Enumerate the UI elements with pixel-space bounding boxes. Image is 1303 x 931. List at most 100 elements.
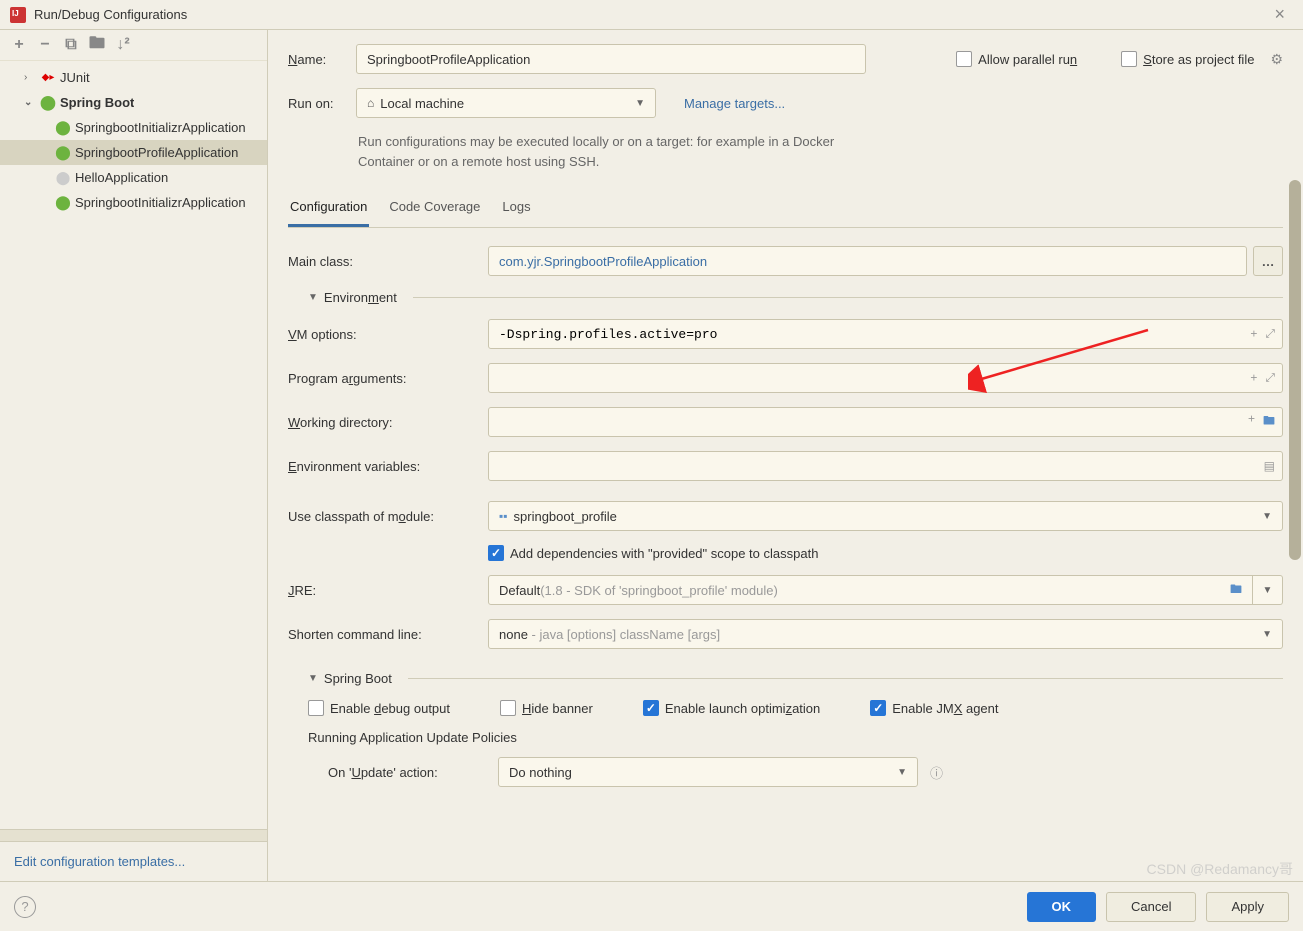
- plus-icon[interactable]: +: [1248, 369, 1259, 388]
- ok-button[interactable]: OK: [1027, 892, 1097, 922]
- folder-icon[interactable]: 🖿: [1230, 580, 1242, 601]
- runon-hint: Run configurations may be executed local…: [358, 132, 838, 171]
- bottom-bar: ? OK Cancel Apply: [0, 881, 1303, 931]
- store-project-checkbox[interactable]: Store as project file: [1121, 51, 1254, 67]
- chevron-down-icon: ▼: [1263, 585, 1273, 596]
- tree-label: SpringbootInitializrApplication: [75, 195, 246, 210]
- manage-targets-link[interactable]: Manage targets...: [684, 96, 785, 111]
- folder-icon[interactable]: 🖿: [1261, 410, 1277, 435]
- titlebar: Run/Debug Configurations ×: [0, 0, 1303, 30]
- sort-icon[interactable]: ↓²: [112, 34, 134, 56]
- gear-icon[interactable]: ⚙: [1270, 51, 1283, 68]
- program-args-input[interactable]: [488, 363, 1283, 393]
- environment-section-header[interactable]: ▼ Environment: [288, 290, 1283, 305]
- runon-value: Local machine: [380, 96, 464, 111]
- copy-icon[interactable]: ⧉: [60, 34, 82, 56]
- tree-item[interactable]: ⬤ SpringbootInitializrApplication: [0, 115, 267, 140]
- env-vars-label: Environment variables:: [288, 459, 488, 474]
- home-icon: ⌂: [367, 96, 374, 110]
- edit-templates-link[interactable]: Edit configuration templates...: [0, 842, 267, 881]
- junit-icon: ◆▸: [40, 70, 56, 86]
- tree-node-junit[interactable]: › ◆▸ JUnit: [0, 65, 267, 90]
- tree-item[interactable]: ⬤ SpringbootInitializrApplication: [0, 190, 267, 215]
- name-label: Name:: [288, 52, 344, 67]
- tree-item-selected[interactable]: ⬤ SpringbootProfileApplication: [0, 140, 267, 165]
- program-args-label: Program arguments:: [288, 371, 488, 386]
- spring-icon: ⬤: [55, 120, 71, 136]
- tabs: Configuration Code Coverage Logs: [288, 193, 1283, 228]
- provided-scope-checkbox[interactable]: Add dependencies with "provided" scope t…: [488, 545, 818, 561]
- jre-dropdown-arrow[interactable]: ▼: [1253, 575, 1283, 605]
- help-icon[interactable]: ⓘ: [930, 763, 943, 782]
- runon-dropdown[interactable]: ⌂ Local machine ▼: [356, 88, 656, 118]
- cancel-button[interactable]: Cancel: [1106, 892, 1196, 922]
- chevron-down-icon: ▼: [1262, 511, 1272, 522]
- tab-logs[interactable]: Logs: [500, 193, 532, 227]
- main-class-input[interactable]: com.yjr.SpringbootProfileApplication: [488, 246, 1247, 276]
- plus-icon[interactable]: +: [1248, 325, 1259, 344]
- scrollbar-thumb[interactable]: [1289, 180, 1301, 560]
- content-panel: Name: Allow parallel run Store as projec…: [268, 30, 1303, 881]
- jre-field[interactable]: Default (1.8 - SDK of 'springboot_profil…: [488, 575, 1253, 605]
- runon-label: Run on:: [288, 96, 344, 111]
- config-tree: › ◆▸ JUnit ⌄ ⬤ Spring Boot ⬤ SpringbootI…: [0, 61, 267, 829]
- chevron-down-icon: ▼: [308, 673, 318, 684]
- tab-code-coverage[interactable]: Code Coverage: [387, 193, 482, 227]
- jre-label: JRE:: [288, 583, 488, 598]
- sidebar-toolbar: + − ⧉ 🖿 ↓²: [0, 30, 267, 61]
- close-icon[interactable]: ×: [1266, 4, 1293, 25]
- window-title: Run/Debug Configurations: [34, 7, 187, 22]
- tree-label: SpringbootInitializrApplication: [75, 120, 246, 135]
- provided-scope-label: Add dependencies with "provided" scope t…: [510, 546, 818, 561]
- vm-options-input[interactable]: [488, 319, 1283, 349]
- working-dir-input[interactable]: [488, 407, 1283, 437]
- chevron-down-icon: ⌄: [24, 97, 36, 108]
- enable-debug-checkbox[interactable]: Enable debug output: [308, 700, 450, 716]
- browse-main-class-button[interactable]: …: [1253, 246, 1283, 276]
- spring-icon: ⬤: [40, 95, 56, 111]
- expand-icon[interactable]: ⤢: [1263, 369, 1277, 388]
- tree-node-springboot[interactable]: ⌄ ⬤ Spring Boot: [0, 90, 267, 115]
- expand-icon[interactable]: ⤢: [1263, 325, 1277, 344]
- spring-icon: ⬤: [55, 195, 71, 211]
- tree-label: JUnit: [60, 70, 90, 85]
- chevron-down-icon: ▼: [308, 292, 318, 303]
- enable-jmx-checkbox[interactable]: Enable JMX agent: [870, 700, 998, 716]
- tree-label: HelloApplication: [75, 170, 168, 185]
- hide-banner-checkbox[interactable]: Hide banner: [500, 700, 593, 716]
- on-update-label: On 'Update' action:: [328, 765, 498, 780]
- sidebar-scrollbar[interactable]: [0, 829, 267, 841]
- main-class-label: Main class:: [288, 254, 488, 269]
- allow-parallel-label: Allow parallel run: [978, 52, 1077, 67]
- app-icon: [10, 7, 26, 23]
- plus-icon[interactable]: +: [1246, 410, 1257, 435]
- classpath-dropdown[interactable]: ▪▪springboot_profile ▼: [488, 501, 1283, 531]
- vm-options-label: VM options:: [288, 327, 488, 342]
- chevron-down-icon: ▼: [635, 98, 645, 109]
- sidebar: + − ⧉ 🖿 ↓² › ◆▸ JUnit ⌄ ⬤ Spring Boot ⬤ …: [0, 30, 268, 881]
- tab-configuration[interactable]: Configuration: [288, 193, 369, 227]
- help-icon[interactable]: ?: [14, 896, 36, 918]
- watermark: CSDN @Redamancy哥: [1147, 859, 1293, 879]
- save-icon[interactable]: 🖿: [86, 34, 108, 56]
- on-update-dropdown[interactable]: Do nothing ▼: [498, 757, 918, 787]
- add-icon[interactable]: +: [8, 34, 30, 56]
- springboot-section-header[interactable]: ▼ Spring Boot: [288, 671, 1283, 686]
- tree-label: Spring Boot: [60, 95, 134, 110]
- shorten-label: Shorten command line:: [288, 627, 488, 642]
- list-icon[interactable]: ▤: [1262, 457, 1277, 475]
- remove-icon[interactable]: −: [34, 34, 56, 56]
- classpath-label: Use classpath of module:: [288, 509, 488, 524]
- allow-parallel-checkbox[interactable]: Allow parallel run: [956, 51, 1077, 67]
- enable-launch-checkbox[interactable]: Enable launch optimization: [643, 700, 820, 716]
- chevron-down-icon: ▼: [897, 767, 907, 778]
- tree-item[interactable]: ⬤ HelloApplication: [0, 165, 267, 190]
- name-input[interactable]: [356, 44, 866, 74]
- chevron-right-icon: ›: [24, 72, 36, 83]
- apply-button[interactable]: Apply: [1206, 892, 1289, 922]
- shorten-dropdown[interactable]: none - java [options] className [args] ▼: [488, 619, 1283, 649]
- running-policies-header: Running Application Update Policies: [288, 730, 1283, 745]
- env-vars-input[interactable]: [488, 451, 1283, 481]
- spring-icon: ⬤: [55, 145, 71, 161]
- spring-gray-icon: ⬤: [55, 170, 71, 186]
